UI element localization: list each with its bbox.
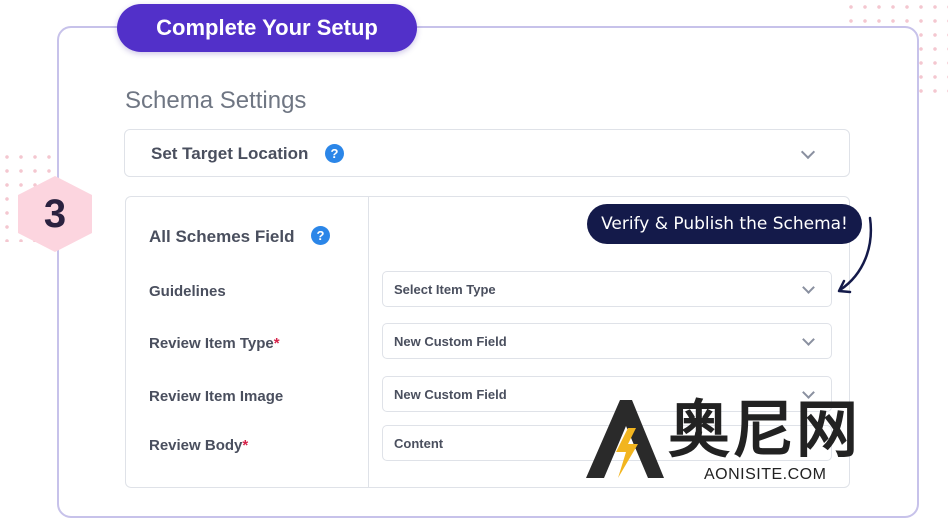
chevron-down-icon[interactable] xyxy=(800,144,816,160)
curved-arrow-icon xyxy=(837,216,873,294)
setup-banner: Complete Your Setup xyxy=(117,4,417,52)
watermark-chinese-text: 奥尼网 xyxy=(668,396,861,465)
panel-divider xyxy=(368,197,369,487)
target-location-label: Set Target Location xyxy=(151,144,309,163)
select-value: Content xyxy=(394,436,444,451)
required-mark: * xyxy=(273,335,280,352)
watermark: 奥尼网 AONISITE.COM xyxy=(582,398,882,488)
field-label-text: Review Item Image xyxy=(149,388,284,405)
watermark-site-text: AONISITE.COM xyxy=(704,466,827,483)
watermark-logo-icon xyxy=(586,400,664,478)
field-label-guidelines: Guidelines xyxy=(149,283,226,300)
review-item-type-select[interactable]: New Custom Field xyxy=(382,323,832,359)
field-label-text: Review Item Type xyxy=(149,335,274,352)
section-title: Schema Settings xyxy=(125,87,307,114)
field-label-text: Review Body xyxy=(149,437,243,454)
select-value: New Custom Field xyxy=(394,387,507,402)
target-location-accordion[interactable]: Set Target Location ? xyxy=(124,129,850,177)
select-value: New Custom Field xyxy=(394,334,507,349)
field-label-text: Guidelines xyxy=(149,283,226,300)
required-mark: * xyxy=(242,437,249,454)
help-icon[interactable]: ? xyxy=(311,226,330,245)
help-icon[interactable]: ? xyxy=(325,144,344,163)
chevron-down-icon xyxy=(802,333,815,346)
chevron-down-icon xyxy=(802,281,815,294)
schemes-title: All Schemes Field xyxy=(149,227,295,246)
field-label-review-item-image: Review Item Image xyxy=(149,388,283,405)
field-label-review-item-type: Review Item Type* xyxy=(149,335,280,352)
select-value: Select Item Type xyxy=(394,282,496,297)
verify-publish-callout: Verify & Publish the Schema! xyxy=(587,204,862,244)
guidelines-select[interactable]: Select Item Type xyxy=(382,271,832,307)
field-label-review-body: Review Body* xyxy=(149,437,248,454)
step-number: 3 xyxy=(43,192,67,236)
